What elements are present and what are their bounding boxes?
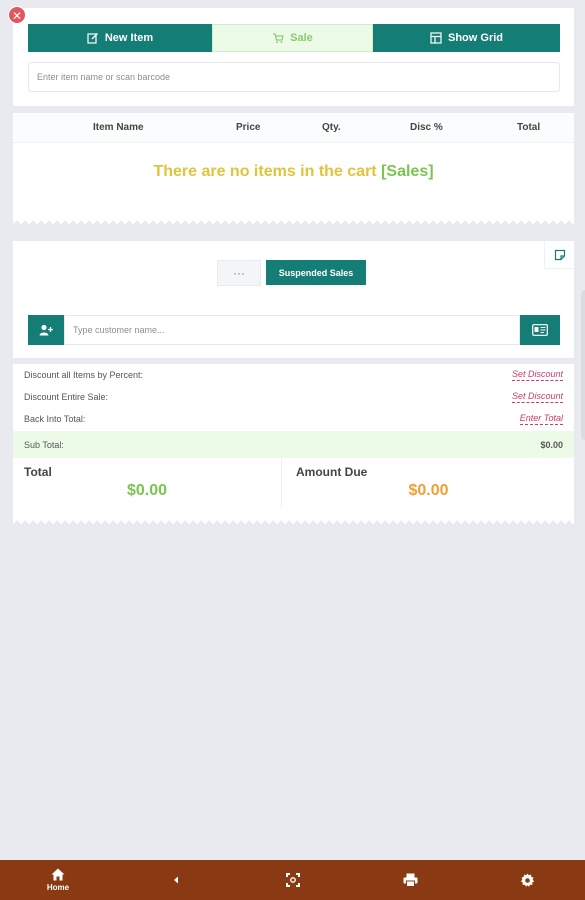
toolbar-card: New Item Sale Show Grid Enter item name … [13, 8, 574, 106]
gear-icon [520, 873, 534, 887]
col-qty: Qty. [322, 122, 341, 133]
cart-icon [273, 33, 284, 44]
subtotal-value: $0.00 [540, 439, 563, 450]
note-icon[interactable] [544, 241, 574, 269]
nav-back[interactable] [168, 860, 184, 900]
edit-icon [87, 33, 98, 44]
set-discount-sale-link[interactable]: Set Discount [511, 391, 563, 403]
customer-search-placeholder: Type customer name... [73, 325, 165, 335]
empty-cart-message: There are no items in the cart [Sales] [13, 163, 574, 181]
set-discount-percent-link[interactable]: Set Discount [511, 369, 563, 381]
sale-label: Sale [290, 32, 313, 44]
customer-card: ··· Suspended Sales Type customer name..… [13, 241, 574, 358]
enter-total-link[interactable]: Enter Total [519, 413, 563, 425]
col-item-name: Item Name [93, 122, 144, 133]
subtotal-row: Sub Total: $0.00 [13, 431, 574, 458]
back-into-total-label: Back Into Total: [24, 414, 86, 424]
discount-percent-row: Discount all Items by Percent: Set Disco… [13, 364, 574, 386]
totals-zigzag-edge [13, 519, 574, 527]
new-item-label: New Item [104, 32, 154, 44]
show-grid-button[interactable]: Show Grid [373, 24, 560, 52]
amount-due-label: Amount Due [296, 465, 368, 479]
nav-settings[interactable] [517, 860, 537, 900]
discount-sale-label: Discount Entire Sale: [24, 392, 109, 402]
discount-percent-label: Discount all Items by Percent: [24, 370, 144, 380]
nav-home[interactable]: Home [38, 860, 78, 900]
back-into-total-row: Back Into Total: Enter Total [13, 408, 574, 430]
printer-icon [403, 873, 417, 887]
nav-print[interactable] [400, 860, 420, 900]
toolbar-button-row: New Item Sale Show Grid [28, 24, 560, 52]
nav-home-label: Home [46, 883, 70, 892]
grid-icon [430, 32, 442, 44]
add-customer-icon[interactable] [28, 315, 64, 345]
scan-icon [286, 873, 300, 887]
sale-button[interactable]: Sale [212, 24, 373, 52]
customer-search-input[interactable]: Type customer name... [64, 315, 520, 345]
amount-due-value: $0.00 [408, 482, 449, 499]
subtotal-label: Sub Total: [24, 439, 64, 450]
amount-due-box: Amount Due $0.00 [283, 458, 574, 508]
total-box: Total $0.00 [13, 458, 282, 508]
nav-scan[interactable] [282, 860, 304, 900]
close-icon[interactable]: ✕ [8, 6, 26, 24]
item-search-placeholder: Enter item name or scan barcode [37, 72, 171, 82]
discount-sale-row: Discount Entire Sale: Set Discount [13, 386, 574, 408]
side-drawer-handle[interactable] [581, 290, 585, 440]
chevron-left-icon [174, 876, 178, 884]
total-label: Total [24, 465, 52, 479]
customer-card-icon[interactable] [520, 315, 560, 345]
customer-row: Type customer name... [28, 315, 560, 345]
cart-card: Item Name Price Qty. Disc % Total There … [13, 113, 574, 219]
home-icon [51, 868, 65, 881]
more-options-button[interactable]: ··· [217, 260, 261, 286]
suspended-sales-button[interactable]: Suspended Sales [266, 260, 366, 285]
cart-zigzag-edge [13, 219, 574, 227]
col-total: Total [517, 122, 541, 133]
bottom-nav-bar: Home [0, 860, 585, 900]
empty-cart-tag: [Sales] [381, 163, 434, 180]
show-grid-label: Show Grid [448, 32, 503, 44]
new-item-button[interactable]: New Item [28, 24, 212, 52]
col-disc: Disc % [410, 122, 443, 133]
col-price: Price [236, 122, 261, 133]
totals-card: Discount all Items by Percent: Set Disco… [13, 364, 574, 519]
total-value: $0.00 [126, 482, 168, 499]
item-search-input[interactable]: Enter item name or scan barcode [28, 62, 560, 92]
empty-cart-text: There are no items in the cart [153, 163, 377, 180]
cart-header: Item Name Price Qty. Disc % Total [13, 113, 574, 143]
